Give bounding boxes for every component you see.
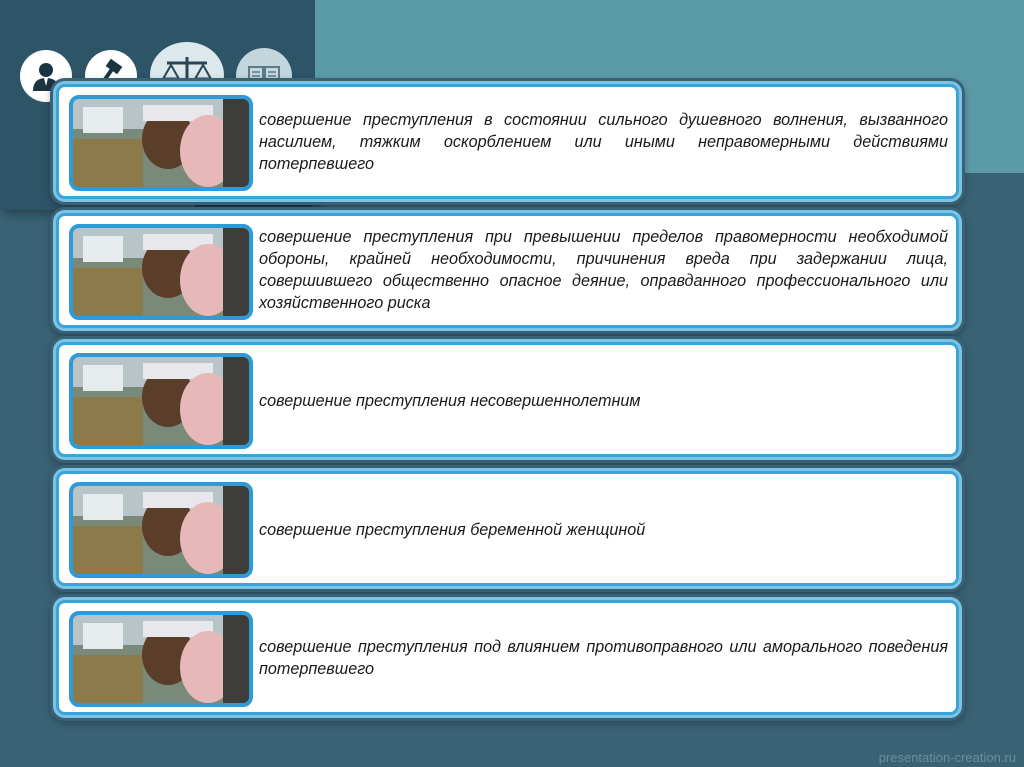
thumbnail-image — [69, 482, 253, 578]
card-text: совершение преступления под влиянием про… — [259, 638, 948, 678]
card-text: совершение преступления беременной женщи… — [259, 521, 646, 539]
background-bar — [195, 203, 313, 209]
list-item: совершение преступления несовершеннолетн… — [56, 342, 959, 457]
list-item: совершение преступления в состоянии силь… — [56, 84, 959, 199]
thumbnail-image — [69, 224, 253, 320]
thumbnail-image — [69, 611, 253, 707]
thumbnail-image — [69, 353, 253, 449]
list-item: совершение преступления под влиянием про… — [56, 600, 959, 715]
background-panel-top — [315, 0, 1024, 85]
card-text: совершение преступления при превышении п… — [259, 228, 948, 312]
watermark: presentation-creation.ru — [878, 750, 1016, 765]
thumbnail-image — [69, 95, 253, 191]
list-item: совершение преступления при превышении п… — [56, 213, 959, 328]
card-text: совершение преступления несовершеннолетн… — [259, 392, 641, 410]
card-text: совершение преступления в состоянии силь… — [259, 111, 948, 173]
list-item: совершение преступления беременной женщи… — [56, 471, 959, 586]
